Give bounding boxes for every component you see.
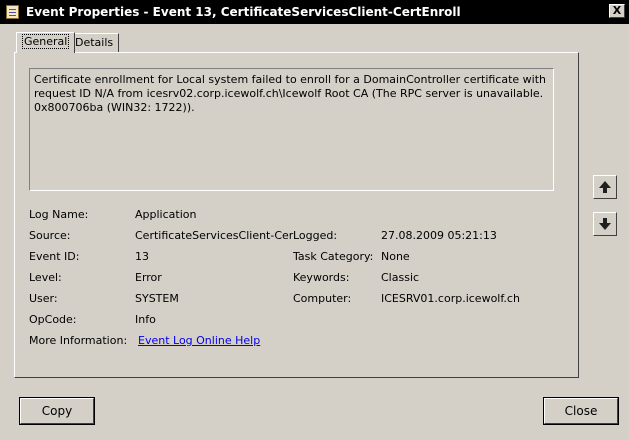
event-description[interactable]: Certificate enrollment for Local system … [29, 68, 554, 191]
event-id-label: Event ID: [29, 250, 80, 263]
more-information-label: More Information: [29, 334, 128, 347]
tab-details[interactable]: Details [69, 33, 120, 52]
logged-value: 27.08.2009 05:21:13 [381, 229, 497, 242]
close-window-button[interactable]: X [609, 4, 625, 18]
tab-general[interactable]: General [16, 32, 76, 53]
event-id-value: 13 [135, 250, 149, 263]
task-category-value: None [381, 250, 410, 263]
opcode-value: Info [135, 313, 156, 326]
arrow-down-icon [599, 218, 611, 230]
log-name-value: Application [135, 208, 197, 221]
window-title: Event Properties - Event 13, Certificate… [26, 5, 461, 19]
source-label: Source: [29, 229, 71, 242]
opcode-label: OpCode: [29, 313, 77, 326]
tab-details-label: Details [75, 36, 114, 49]
event-properties-window: Event Properties - Event 13, Certificate… [0, 0, 629, 440]
source-value: CertificateServicesClient-Cer [135, 229, 294, 242]
user-value: SYSTEM [135, 292, 179, 305]
keywords-value: Classic [381, 271, 420, 284]
level-value: Error [135, 271, 162, 284]
copy-button[interactable]: Copy [19, 397, 95, 425]
previous-event-button[interactable] [593, 175, 617, 199]
computer-label: Computer: [293, 292, 352, 305]
computer-value: ICESRV01.corp.icewolf.ch [381, 292, 520, 305]
level-label: Level: [29, 271, 62, 284]
task-category-label: Task Category: [293, 250, 374, 263]
user-label: User: [29, 292, 58, 305]
app-icon [6, 5, 19, 19]
next-event-button[interactable] [593, 212, 617, 236]
tab-general-label: General [22, 34, 70, 49]
log-name-label: Log Name: [29, 208, 89, 221]
event-log-online-help-link[interactable]: Event Log Online Help [138, 334, 260, 347]
keywords-label: Keywords: [293, 271, 350, 284]
close-button[interactable]: Close [543, 397, 619, 425]
title-bar[interactable]: Event Properties - Event 13, Certificate… [0, 0, 629, 24]
arrow-up-icon [599, 181, 611, 193]
logged-label: Logged: [293, 229, 338, 242]
